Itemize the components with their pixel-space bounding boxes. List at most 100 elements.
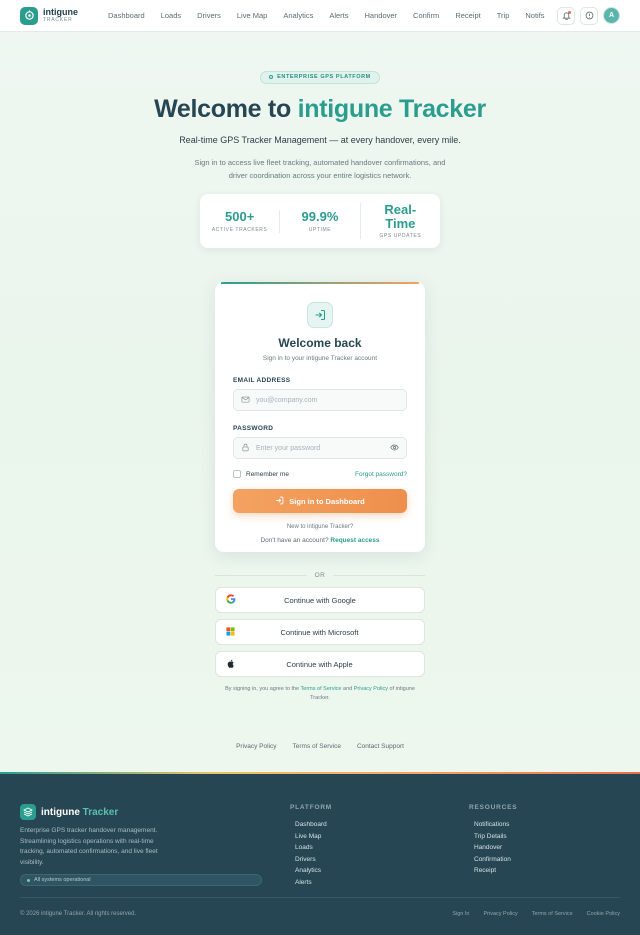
copyright: © 2026 intigune Tracker. All rights rese…: [20, 911, 137, 917]
hero-subtitle: Real-time GPS Tracker Management — at ev…: [179, 135, 461, 145]
nav-link-trip[interactable]: Trip: [489, 11, 518, 20]
layers-icon: [20, 804, 36, 820]
email-label: EMAIL ADDRESS: [233, 377, 291, 384]
shield-icon: [585, 7, 594, 25]
divider-line: [215, 575, 307, 576]
google-icon: [226, 591, 236, 609]
terms-of-service-link[interactable]: Terms of Service: [293, 743, 341, 750]
footer-platform-column: PLATFORM Dashboard Live Map Loads Driver…: [290, 804, 332, 888]
stats-card: 500+ ACTIVE TRACKERS 99.9% UPTIME Real-T…: [200, 194, 440, 249]
sign-in-arrow-icon: [275, 496, 284, 507]
stat-value: 500+: [225, 208, 255, 224]
footer-terms-link[interactable]: Terms of Service: [532, 911, 573, 917]
footer-resources-column: RESOURCES Notifications Trip Details Han…: [469, 804, 517, 877]
password-field[interactable]: Enter your password: [233, 437, 407, 459]
terms-prefix: By signing in, you agree to the: [225, 686, 300, 692]
hero-description: Sign in to access live fleet tracking, a…: [194, 158, 446, 181]
avatar[interactable]: A: [603, 7, 620, 24]
apple-sign-in-button[interactable]: Continue with Apple: [215, 651, 425, 677]
privacy-policy-link[interactable]: Privacy Policy: [354, 686, 388, 692]
footer-link-live-map[interactable]: Live Map: [295, 831, 332, 843]
footer-brand[interactable]: intigune Tracker: [20, 804, 118, 820]
nav-link-dashboard[interactable]: Dashboard: [100, 11, 153, 20]
footer-privacy-link[interactable]: Privacy Policy: [483, 911, 517, 917]
stat-label: GPS UPDATES: [379, 233, 422, 240]
microsoft-sign-in-button[interactable]: Continue with Microsoft: [215, 619, 425, 645]
or-divider: OR: [215, 572, 425, 579]
footer-link-drivers[interactable]: Drivers: [295, 854, 332, 866]
request-access-row: Don't have an account? Request access: [215, 537, 425, 544]
terms-notice: By signing in, you agree to the Terms of…: [215, 685, 425, 703]
terms-and: and: [343, 686, 353, 692]
nav-link-handover[interactable]: Handover: [357, 11, 406, 20]
footer-link-dashboard[interactable]: Dashboard: [295, 819, 332, 831]
page-links: Privacy Policy Terms of Service Contact …: [0, 743, 640, 750]
footer-link-confirmation[interactable]: Confirmation: [474, 854, 517, 866]
nav-link-confirm[interactable]: Confirm: [405, 11, 447, 20]
sign-in-button[interactable]: Sign in to Dashboard: [233, 489, 407, 513]
eye-icon[interactable]: [390, 439, 399, 457]
nav-link-live-map[interactable]: Live Map: [229, 11, 275, 20]
footer-accent-bar: [0, 772, 640, 774]
status-text: All systems operational: [34, 877, 91, 883]
page-title: Welcome to intigune Tracker: [0, 95, 640, 124]
stat-value: Real-Time: [384, 202, 417, 231]
or-label: OR: [314, 572, 326, 579]
footer-link-receipt[interactable]: Receipt: [474, 865, 517, 877]
nav-link-receipt[interactable]: Receipt: [447, 11, 488, 20]
card-accent-bar: [221, 282, 419, 284]
pill-dot-icon: [269, 75, 274, 79]
pill-label: ENTERPRISE GPS PLATFORM: [277, 74, 371, 80]
nav-links: Dashboard Loads Drivers Live Map Analyti…: [100, 11, 553, 20]
platform-pill: ENTERPRISE GPS PLATFORM: [260, 70, 380, 84]
location-target-icon: [20, 6, 38, 25]
google-sign-in-label: Continue with Google: [284, 595, 356, 605]
stat-active-trackers: 500+ ACTIVE TRACKERS: [200, 210, 279, 233]
footer-link-handover[interactable]: Handover: [474, 842, 517, 854]
email-field[interactable]: you@company.com: [233, 389, 407, 411]
footer-link-notifications[interactable]: Notifications: [474, 819, 517, 831]
notifications-button[interactable]: [557, 6, 575, 25]
stat-gps-updates: Real-Time GPS UPDATES: [359, 202, 440, 240]
footer: intigune Tracker Enterprise GPS tracker …: [0, 772, 640, 935]
sign-in-button-label: Sign in to Dashboard: [289, 496, 365, 506]
lock-icon: [241, 439, 250, 457]
remember-me-label: Remember me: [246, 470, 289, 478]
nav-link-drivers[interactable]: Drivers: [189, 11, 229, 20]
footer-legal-links: Sign In Privacy Policy Terms of Service …: [452, 911, 620, 917]
bell-icon: [561, 7, 571, 25]
footer-column-title: PLATFORM: [290, 804, 333, 811]
contact-support-link[interactable]: Contact Support: [357, 743, 404, 750]
nav-link-notifs[interactable]: Notifs: [517, 11, 552, 20]
footer-cookie-link[interactable]: Cookie Policy: [587, 911, 620, 917]
login-card: Welcome back Sign in to your intigune Tr…: [215, 282, 425, 552]
mail-icon: [241, 391, 250, 409]
privacy-policy-link[interactable]: Privacy Policy: [236, 743, 276, 750]
footer-column-title: RESOURCES: [469, 804, 518, 811]
hero: ENTERPRISE GPS PLATFORM Welcome to intig…: [0, 66, 640, 249]
request-access-link[interactable]: Request access: [330, 537, 379, 544]
nav-link-alerts[interactable]: Alerts: [321, 11, 356, 20]
nav-link-analytics[interactable]: Analytics: [275, 11, 321, 20]
status-badge: All systems operational: [20, 874, 262, 886]
footer-link-trip-details[interactable]: Trip Details: [474, 831, 517, 843]
nav-link-loads[interactable]: Loads: [153, 11, 189, 20]
security-button[interactable]: [580, 6, 598, 25]
footer-description: Enterprise GPS tracker handover manageme…: [20, 827, 158, 867]
brand[interactable]: intigune TRACKER: [20, 6, 78, 25]
apple-icon: [226, 655, 235, 673]
login-subtitle: Sign in to your intigune Tracker account: [262, 355, 378, 362]
forgot-password-link[interactable]: Forgot password?: [355, 471, 407, 478]
footer-link-alerts[interactable]: Alerts: [295, 877, 332, 889]
title-accent: intigune Tracker: [297, 95, 487, 123]
footer-link-loads[interactable]: Loads: [295, 842, 332, 854]
microsoft-sign-in-label: Continue with Microsoft: [280, 627, 359, 637]
footer-sign-in-link[interactable]: Sign In: [452, 911, 469, 917]
notification-dot: [568, 10, 571, 14]
apple-sign-in-label: Continue with Apple: [286, 659, 353, 669]
google-sign-in-button[interactable]: Continue with Google: [215, 587, 425, 613]
terms-of-service-link[interactable]: Terms of Service: [301, 686, 342, 692]
footer-link-analytics[interactable]: Analytics: [295, 865, 332, 877]
remember-me-checkbox[interactable]: [233, 470, 241, 478]
divider-line: [333, 575, 425, 576]
